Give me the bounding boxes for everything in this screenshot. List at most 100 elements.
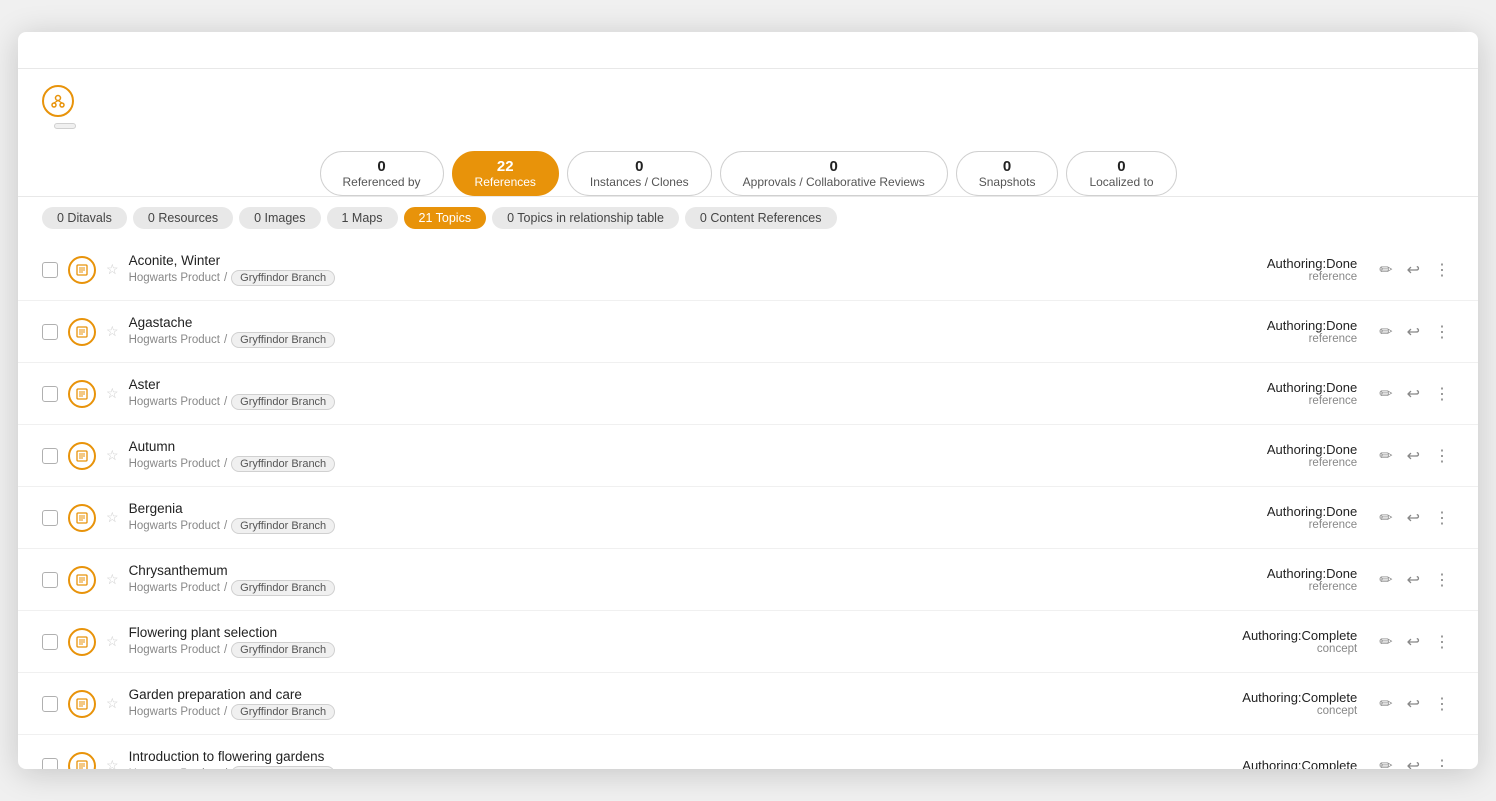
item-name: Autumn (129, 439, 1188, 454)
item-info: Chrysanthemum Hogwarts Product / Gryffin… (129, 563, 1188, 596)
item-name: Introduction to flowering gardens (129, 749, 1188, 764)
tab-instances-clones[interactable]: 0Instances / Clones (567, 151, 712, 196)
more-button[interactable]: ⋮ (1430, 380, 1454, 408)
more-button[interactable]: ⋮ (1430, 752, 1454, 770)
edit-button[interactable]: ✏ (1375, 690, 1396, 718)
filter-topics[interactable]: 21 Topics (404, 207, 487, 229)
item-info: Flowering plant selection Hogwarts Produ… (129, 625, 1188, 658)
item-type-icon (68, 752, 96, 770)
more-button[interactable]: ⋮ (1430, 256, 1454, 284)
star-icon[interactable]: ☆ (106, 323, 119, 340)
more-button[interactable]: ⋮ (1430, 690, 1454, 718)
more-button[interactable]: ⋮ (1430, 442, 1454, 470)
item-actions: ✏ ↩ ⋮ (1375, 504, 1454, 532)
list-item: ☆ Autumn Hogwarts Product / Gryffindor B… (18, 425, 1478, 487)
navigate-button[interactable]: ↩ (1403, 504, 1424, 532)
item-checkbox[interactable] (42, 634, 58, 650)
item-breadcrumb: Hogwarts Product / Gryffindor Branch (129, 580, 1188, 596)
item-breadcrumb: Hogwarts Product / Gryffindor Branch (129, 270, 1188, 286)
item-type-icon (68, 256, 96, 284)
item-info: Autumn Hogwarts Product / Gryffindor Bra… (129, 439, 1188, 472)
item-checkbox[interactable] (42, 324, 58, 340)
item-branch: Gryffindor Branch (231, 642, 335, 658)
edit-button[interactable]: ✏ (1375, 380, 1396, 408)
more-button[interactable]: ⋮ (1430, 628, 1454, 656)
star-icon[interactable]: ☆ (106, 261, 119, 278)
star-icon[interactable]: ☆ (106, 757, 119, 769)
navigate-button[interactable]: ↩ (1403, 628, 1424, 656)
star-icon[interactable]: ☆ (106, 633, 119, 650)
edit-button[interactable]: ✏ (1375, 628, 1396, 656)
item-checkbox[interactable] (42, 572, 58, 588)
item-breadcrumb: Hogwarts Product / Gryffindor Branch (129, 766, 1188, 769)
item-type-icon (68, 628, 96, 656)
item-type-icon (68, 504, 96, 532)
star-icon[interactable]: ☆ (106, 385, 119, 402)
item-checkbox[interactable] (42, 758, 58, 770)
item-breadcrumb: Hogwarts Product / Gryffindor Branch (129, 394, 1188, 410)
edit-button[interactable]: ✏ (1375, 318, 1396, 346)
item-info: Garden preparation and care Hogwarts Pro… (129, 687, 1188, 720)
item-name: Flowering plant selection (129, 625, 1188, 640)
edit-button[interactable]: ✏ (1375, 256, 1396, 284)
item-checkbox[interactable] (42, 386, 58, 402)
item-actions: ✏ ↩ ⋮ (1375, 442, 1454, 470)
item-branch: Gryffindor Branch (231, 270, 335, 286)
navigate-button[interactable]: ↩ (1403, 442, 1424, 470)
star-icon[interactable]: ☆ (106, 695, 119, 712)
tab-approvals[interactable]: 0Approvals / Collaborative Reviews (720, 151, 948, 196)
filter-ditavals[interactable]: 0 Ditavals (42, 207, 127, 229)
items-list: ☆ Aconite, Winter Hogwarts Product / Gry… (18, 239, 1478, 769)
item-breadcrumb: Hogwarts Product / Gryffindor Branch (129, 332, 1188, 348)
item-name: Chrysanthemum (129, 563, 1188, 578)
item-type-icon (68, 566, 96, 594)
navigate-button[interactable]: ↩ (1403, 566, 1424, 594)
more-button[interactable]: ⋮ (1430, 566, 1454, 594)
item-checkbox[interactable] (42, 448, 58, 464)
close-button[interactable] (1446, 50, 1454, 54)
filter-maps[interactable]: 1 Maps (327, 207, 398, 229)
navigate-button[interactable]: ↩ (1403, 318, 1424, 346)
item-type-icon (68, 442, 96, 470)
more-button[interactable]: ⋮ (1430, 318, 1454, 346)
item-checkbox[interactable] (42, 696, 58, 712)
navigate-button[interactable]: ↩ (1403, 380, 1424, 408)
item-actions: ✏ ↩ ⋮ (1375, 380, 1454, 408)
navigate-button[interactable]: ↩ (1403, 690, 1424, 718)
modal-header-actions (1426, 50, 1454, 54)
filter-resources[interactable]: 0 Resources (133, 207, 233, 229)
tab-localized-to[interactable]: 0Localized to (1066, 151, 1176, 196)
star-icon[interactable]: ☆ (106, 571, 119, 588)
edit-button[interactable]: ✏ (1375, 442, 1396, 470)
star-icon[interactable]: ☆ (106, 447, 119, 464)
list-item: ☆ Aconite, Winter Hogwarts Product / Gry… (18, 239, 1478, 301)
tab-referenced-by[interactable]: 0Referenced by (320, 151, 444, 196)
item-info: Aster Hogwarts Product / Gryffindor Bran… (129, 377, 1188, 410)
item-checkbox[interactable] (42, 510, 58, 526)
item-type-icon (68, 318, 96, 346)
edit-button[interactable]: ✏ (1375, 752, 1396, 770)
item-type-icon (68, 690, 96, 718)
tab-snapshots[interactable]: 0Snapshots (956, 151, 1059, 196)
filter-content-references[interactable]: 0 Content References (685, 207, 837, 229)
help-button[interactable] (1426, 50, 1434, 54)
item-actions: ✏ ↩ ⋮ (1375, 690, 1454, 718)
more-button[interactable]: ⋮ (1430, 504, 1454, 532)
edit-button[interactable]: ✏ (1375, 566, 1396, 594)
navigate-button[interactable]: ↩ (1403, 752, 1424, 770)
topic-header (18, 69, 1478, 121)
edit-button[interactable]: ✏ (1375, 504, 1396, 532)
filter-images[interactable]: 0 Images (239, 207, 320, 229)
item-status: Authoring:Complete concept (1197, 628, 1357, 655)
filter-topics-relationship[interactable]: 0 Topics in relationship table (492, 207, 679, 229)
item-actions: ✏ ↩ ⋮ (1375, 256, 1454, 284)
list-item: ☆ Flowering plant selection Hogwarts Pro… (18, 611, 1478, 673)
tab-references[interactable]: 22References (452, 151, 559, 196)
item-checkbox[interactable] (42, 262, 58, 278)
filter-pills: 0 Ditavals 0 Resources 0 Images 1 Maps 21 To… (18, 197, 1478, 239)
star-icon[interactable]: ☆ (106, 509, 119, 526)
navigate-button[interactable]: ↩ (1403, 256, 1424, 284)
item-name: Garden preparation and care (129, 687, 1188, 702)
item-branch: Gryffindor Branch (231, 456, 335, 472)
item-name: Bergenia (129, 501, 1188, 516)
